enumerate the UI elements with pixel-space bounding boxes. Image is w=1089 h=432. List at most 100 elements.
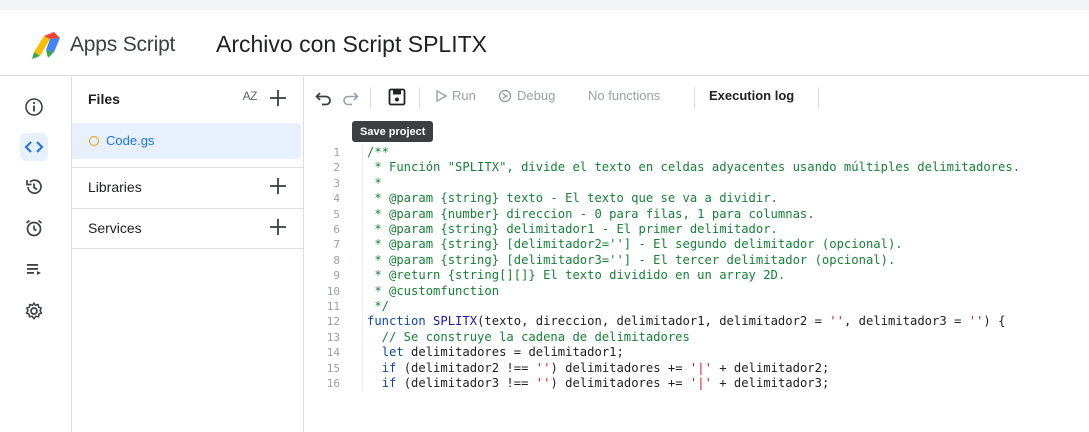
code-line[interactable]: 11 */ xyxy=(304,299,1089,315)
save-tooltip: Save project xyxy=(352,121,434,142)
execution-log-button[interactable]: Execution log xyxy=(709,88,794,103)
code-line[interactable]: 2 * Función "SPLITX", divide el texto en… xyxy=(304,160,1089,176)
line-number: 15 xyxy=(326,361,340,375)
code-text: // Se construye la cadena de delimitador… xyxy=(367,329,690,344)
code-line[interactable]: 15 if (delimitador2 !== '') delimitadore… xyxy=(304,360,1089,376)
rail-history-button[interactable] xyxy=(20,173,48,201)
project-title[interactable]: Archivo con Script SPLITX xyxy=(216,31,487,58)
indent-guide xyxy=(362,252,363,269)
code-line[interactable]: 1 /** xyxy=(304,145,1089,161)
undo-icon[interactable] xyxy=(314,87,334,107)
line-number: 10 xyxy=(326,284,340,298)
services-label: Services xyxy=(88,220,142,236)
line-number: 11 xyxy=(326,300,340,313)
libraries-label: Libraries xyxy=(88,179,142,195)
add-file-icon[interactable] xyxy=(267,87,289,109)
code-text: */ xyxy=(367,299,390,313)
history-icon xyxy=(26,179,42,195)
files-panel: Files AZ Code.gs Libraries Services xyxy=(72,77,304,432)
code-text: * @param {string} [delimitador3=''] - El… xyxy=(367,252,896,267)
files-label: Files xyxy=(88,91,120,107)
code-text: * @param {string} texto - El texto que s… xyxy=(367,191,778,206)
indent-guide xyxy=(362,222,363,238)
editor-toolbar: Run Debug No functions Execution log xyxy=(304,77,1089,117)
browser-strip xyxy=(0,0,1089,10)
indent-guide xyxy=(362,206,363,222)
rail-editor-button[interactable] xyxy=(20,133,48,161)
code-line[interactable]: 10 * @customfunction xyxy=(304,283,1089,299)
code-line[interactable]: 6 * @param {string} delimitador1 - El pr… xyxy=(304,222,1089,238)
code-line[interactable]: 8 * @param {string} [delimitador3=''] - … xyxy=(304,252,1089,269)
function-select-label: No functions xyxy=(588,88,661,103)
indent-guide xyxy=(362,175,363,192)
line-number: 9 xyxy=(333,269,340,283)
line-number: 12 xyxy=(326,315,340,329)
code-text: * Función "SPLITX", divide el texto en c… xyxy=(367,160,1021,175)
run-button[interactable]: Run xyxy=(435,88,476,103)
playlist-icon xyxy=(27,264,41,275)
indent-guide xyxy=(362,360,363,376)
sort-files-icon[interactable]: AZ xyxy=(243,89,258,103)
divider xyxy=(72,248,303,249)
indent-guide xyxy=(362,191,363,207)
rail-settings-button[interactable] xyxy=(20,297,48,325)
add-service-icon[interactable] xyxy=(267,216,289,238)
line-number: 16 xyxy=(326,377,340,390)
redo-icon[interactable] xyxy=(340,87,360,107)
line-number: 7 xyxy=(333,238,340,252)
indent-guide xyxy=(362,299,363,315)
apps-script-logo-icon[interactable] xyxy=(30,30,64,60)
code-text: if (delimitador2 !== '') delimitadores +… xyxy=(381,360,830,375)
code-line[interactable]: 16 if (delimitador3 !== '') delimitadore… xyxy=(304,376,1089,392)
rail-executions-button[interactable] xyxy=(20,255,48,283)
indent-guide xyxy=(362,268,363,284)
file-status-icon xyxy=(89,136,99,146)
toolbar-divider xyxy=(818,87,819,109)
line-number: 5 xyxy=(333,207,340,221)
line-number: 3 xyxy=(333,176,340,190)
info-icon xyxy=(25,98,43,116)
save-icon[interactable] xyxy=(387,87,407,107)
code-text: let delimitadores = delimitador1; xyxy=(381,345,624,360)
code-line[interactable]: 5 * @param {number} direccion - 0 para f… xyxy=(304,206,1089,222)
indent-guide xyxy=(362,329,363,346)
indent-guide xyxy=(362,345,363,361)
app-name[interactable]: Apps Script xyxy=(70,33,175,57)
code-line[interactable]: 13 // Se construye la cadena de delimita… xyxy=(304,329,1089,346)
code-text: * @customfunction xyxy=(367,283,500,298)
debug-icon xyxy=(498,89,512,102)
debug-button[interactable]: Debug xyxy=(498,88,555,103)
code-text: * @return {string[][]} El texto dividido… xyxy=(367,268,786,283)
code-line[interactable]: 14 let delimitadores = delimitador1; xyxy=(304,345,1089,361)
line-number: 8 xyxy=(333,253,340,267)
rail-overview-button[interactable] xyxy=(20,93,48,121)
code-line[interactable]: 7 * @param {string} [delimitador2=''] - … xyxy=(304,237,1089,253)
code-line[interactable]: 4 * @param {string} texto - El texto que… xyxy=(304,191,1089,207)
function-select[interactable]: No functions xyxy=(588,88,660,103)
line-number: 14 xyxy=(326,346,340,360)
code-line[interactable]: 3 * xyxy=(304,175,1089,192)
gear-icon xyxy=(25,302,43,320)
code-line[interactable]: 9 * @return {string[][]} El texto dividi… xyxy=(304,268,1089,284)
rail-triggers-button[interactable] xyxy=(20,214,48,242)
code-line[interactable]: 12 function SPLITX(texto, direccion, deli… xyxy=(304,314,1089,330)
libraries-row[interactable]: Libraries xyxy=(72,167,303,207)
play-icon xyxy=(436,89,447,102)
indent-guide xyxy=(362,314,363,330)
indent-guide xyxy=(362,237,363,253)
run-label: Run xyxy=(452,88,476,103)
code-editor[interactable]: 1/** 2 * Función "SPLITX", divide el text… xyxy=(304,145,1089,432)
toolbar-divider xyxy=(419,87,420,109)
debug-label: Debug xyxy=(517,88,556,103)
code-text: * @param {string} [delimitador2=''] - El… xyxy=(367,237,903,252)
code-text: * @param {number} direccion - 0 para fil… xyxy=(367,206,815,221)
file-item-code-gs[interactable]: Code.gs xyxy=(72,123,301,159)
toolbar-divider xyxy=(694,87,695,109)
app-header: Apps Script Archivo con Script SPLITX xyxy=(0,10,1089,76)
file-name: Code.gs xyxy=(106,133,155,148)
add-library-icon[interactable] xyxy=(267,175,289,197)
code-icon xyxy=(24,141,44,153)
code-text: * xyxy=(367,175,382,190)
indent-guide xyxy=(362,145,363,161)
services-row[interactable]: Services xyxy=(72,208,303,248)
